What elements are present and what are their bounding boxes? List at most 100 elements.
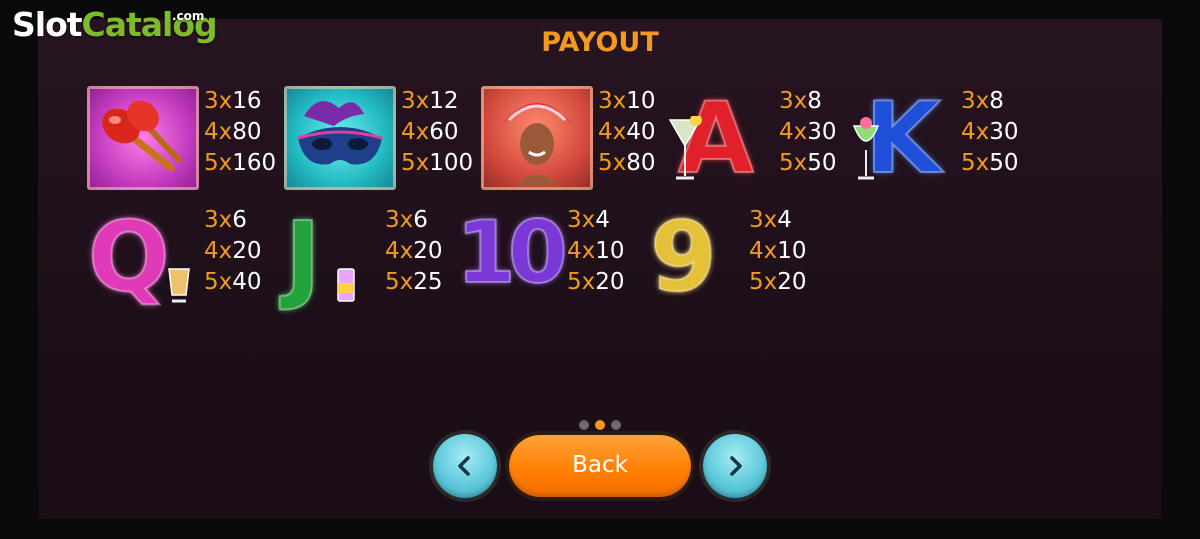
- payout-count: 4x: [204, 238, 233, 264]
- letter-q-icon: Q: [87, 200, 171, 314]
- payout-count: 5x: [204, 150, 233, 176]
- payout-value: 20: [413, 238, 443, 264]
- pagination-dot-1[interactable]: [579, 420, 589, 430]
- payout-value: 10: [777, 238, 807, 264]
- payout-line: 3x12: [401, 86, 473, 117]
- payout-value: 160: [232, 150, 277, 176]
- payout-line: 3x6: [385, 205, 443, 236]
- payout-value: 10: [626, 88, 656, 114]
- payout-value: 25: [413, 269, 443, 295]
- payout-count: 5x: [961, 150, 990, 176]
- payout-list: 3x4 4x10 5x20: [567, 205, 625, 298]
- payout-list: 3x10 4x40 5x80: [598, 86, 656, 179]
- payout-count: 4x: [204, 119, 233, 145]
- payout-value: 30: [989, 119, 1019, 145]
- payout-count: 5x: [779, 150, 808, 176]
- payout-line: 5x50: [779, 148, 837, 179]
- page-title: PAYOUT: [541, 27, 659, 58]
- payout-count: 5x: [567, 269, 596, 295]
- payout-value: 50: [807, 150, 837, 176]
- payout-count: 3x: [749, 207, 778, 233]
- payout-value: 8: [807, 88, 822, 114]
- payout-line: 5x40: [204, 267, 262, 298]
- back-button[interactable]: Back: [509, 435, 691, 497]
- payout-value: 40: [232, 269, 262, 295]
- payout-line: 5x25: [385, 267, 443, 298]
- cocktail-glass-icon: [668, 116, 702, 180]
- payout-count: 4x: [385, 238, 414, 264]
- payout-line: 3x8: [779, 86, 837, 117]
- payout-list: 3x8 4x30 5x50: [779, 86, 837, 179]
- payout-count: 5x: [598, 150, 627, 176]
- pagination-dot-3[interactable]: [611, 420, 621, 430]
- number-9-icon: 9: [649, 200, 718, 314]
- payout-line: 3x4: [749, 205, 807, 236]
- payout-line: 5x20: [749, 267, 807, 298]
- payout-value: 30: [807, 119, 837, 145]
- payout-count: 5x: [749, 269, 778, 295]
- payout-count: 5x: [401, 150, 430, 176]
- whiskey-glass-icon: [168, 268, 190, 303]
- chevron-right-icon: [730, 456, 742, 476]
- payout-value: 80: [626, 150, 656, 176]
- payout-count: 3x: [204, 88, 233, 114]
- payout-count: 3x: [598, 88, 627, 114]
- maracas-icon: [87, 86, 199, 190]
- payout-line: 4x30: [961, 117, 1019, 148]
- payout-value: 6: [413, 207, 428, 233]
- payout-line: 4x20: [204, 236, 262, 267]
- previous-page-button[interactable]: [433, 434, 497, 498]
- payout-count: 3x: [567, 207, 596, 233]
- payout-count: 3x: [779, 88, 808, 114]
- payout-value: 12: [429, 88, 459, 114]
- payout-value: 8: [989, 88, 1004, 114]
- payout-line: 4x10: [567, 236, 625, 267]
- payout-value: 100: [429, 150, 474, 176]
- payout-count: 3x: [385, 207, 414, 233]
- payout-count: 5x: [385, 269, 414, 295]
- pagination-dot-2[interactable]: [595, 420, 605, 430]
- number-10-icon: 10: [455, 202, 569, 304]
- payout-list: 3x12 4x60 5x100: [401, 86, 473, 179]
- payout-value: 4: [777, 207, 792, 233]
- payout-value: 6: [232, 207, 247, 233]
- drink-glass-icon: [852, 117, 880, 180]
- payout-count: 4x: [749, 238, 778, 264]
- payout-list: 3x4 4x10 5x20: [749, 205, 807, 298]
- next-page-button[interactable]: [703, 434, 767, 498]
- payout-list: 3x6 4x20 5x25: [385, 205, 443, 298]
- payout-value: 20: [595, 269, 625, 295]
- payout-line: 4x20: [385, 236, 443, 267]
- payout-list: 3x8 4x30 5x50: [961, 86, 1019, 179]
- payout-line: 3x4: [567, 205, 625, 236]
- payout-line: 3x6: [204, 205, 262, 236]
- payout-line: 4x80: [204, 117, 276, 148]
- payout-line: 4x10: [749, 236, 807, 267]
- payout-count: 4x: [598, 119, 627, 145]
- payout-list: 3x16 4x80 5x160: [204, 86, 276, 179]
- payout-line: 5x80: [598, 148, 656, 179]
- payout-line: 5x160: [204, 148, 276, 179]
- payout-line: 5x50: [961, 148, 1019, 179]
- payout-line: 3x10: [598, 86, 656, 117]
- payout-count: 4x: [401, 119, 430, 145]
- payout-count: 5x: [204, 269, 233, 295]
- watermark-com-text: .com: [172, 9, 205, 23]
- payout-line: 4x60: [401, 117, 473, 148]
- payout-value: 10: [595, 238, 625, 264]
- payout-line: 3x8: [961, 86, 1019, 117]
- carnival-mask-icon: [284, 86, 396, 190]
- shot-glass-icon: [337, 268, 355, 302]
- payout-line: 3x16: [204, 86, 276, 117]
- payout-value: 4: [595, 207, 610, 233]
- payout-value: 40: [626, 119, 656, 145]
- payout-line: 4x40: [598, 117, 656, 148]
- letter-j-icon: J: [284, 200, 322, 314]
- payout-value: 16: [232, 88, 262, 114]
- chevron-left-icon: [458, 456, 470, 476]
- payout-list: 3x6 4x20 5x40: [204, 205, 262, 298]
- payout-line: 5x20: [567, 267, 625, 298]
- payout-count: 4x: [961, 119, 990, 145]
- payout-line: 4x30: [779, 117, 837, 148]
- payout-value: 20: [777, 269, 807, 295]
